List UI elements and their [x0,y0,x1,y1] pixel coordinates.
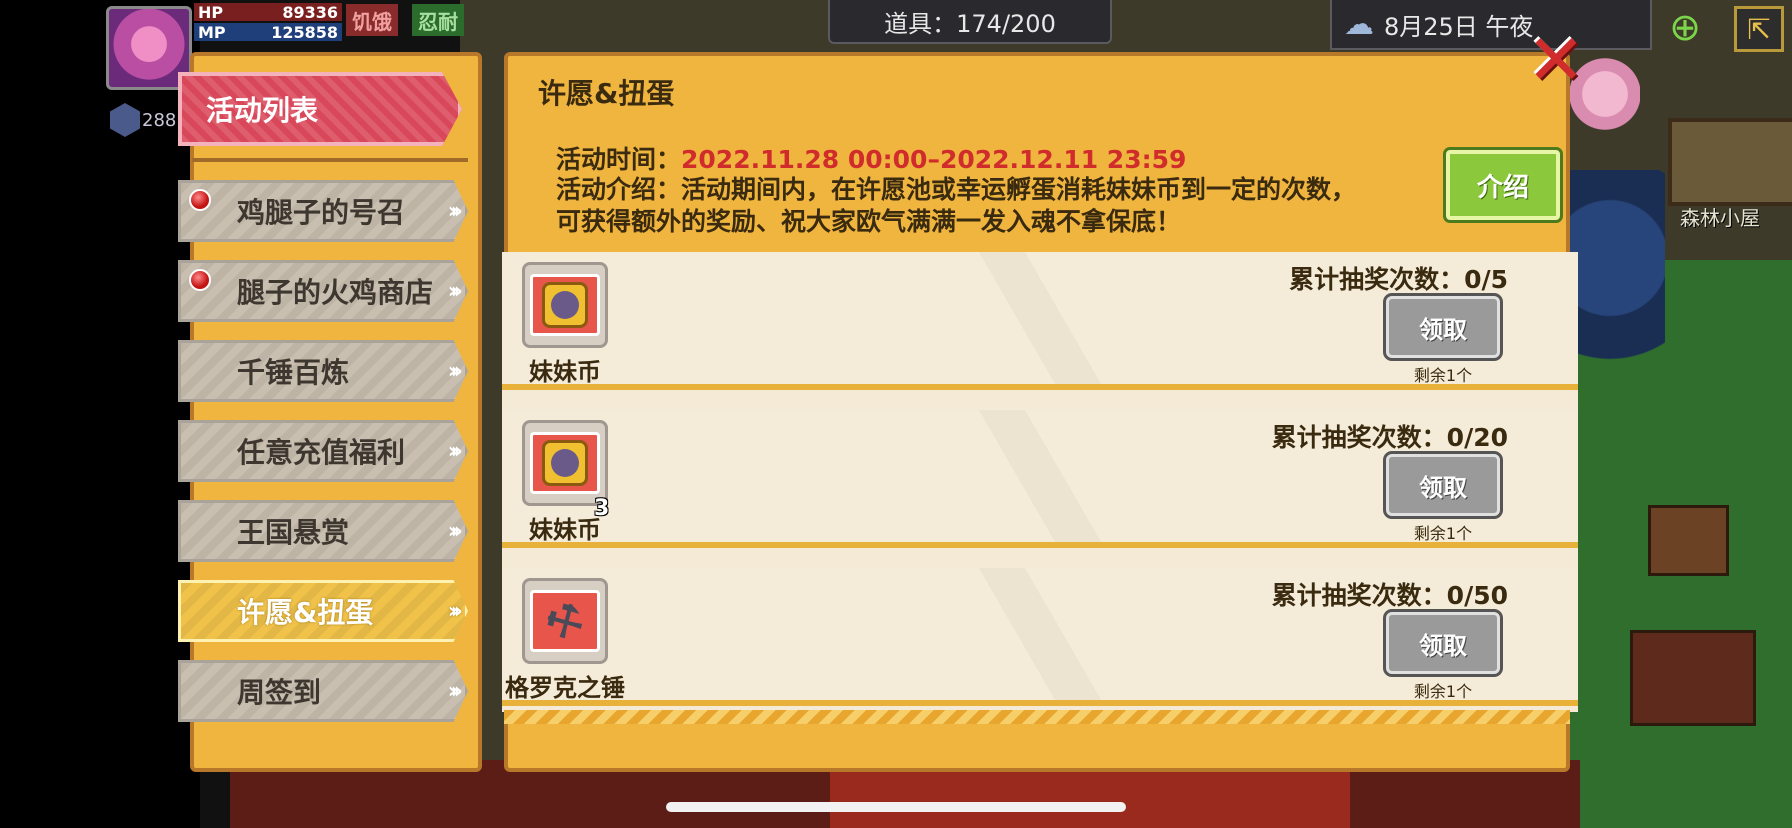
mp-value: 125858 [271,22,338,42]
forest-cabin[interactable] [1668,118,1792,206]
network-globe-icon[interactable]: ⊕ [1660,4,1710,50]
mp-label: MP [198,22,226,42]
reward-item-slot[interactable]: ⚒ [522,578,608,664]
chevron-right-icon: ››› [447,678,463,704]
item-frame [530,274,600,336]
remaining-count: 剩余1个 [1413,682,1473,701]
claim-button[interactable]: 领取 [1383,451,1503,519]
time-value: 2022.11.28 00:00–2022.12.11 23:59 [681,145,1187,174]
reward-row: 3 妹妹币 累计抽奖次数：0/20 领取 剩余1个 [502,410,1578,548]
storage-crate[interactable] [1648,505,1729,576]
forest-cabin-label: 森林小屋 [1680,206,1760,230]
tab-label: 腿子的火鸡商店 [237,276,434,309]
remaining-count: 剩余1个 [1413,366,1473,385]
reward-item-slot[interactable] [522,420,608,506]
divider [192,158,468,162]
hp-label: HP [198,2,224,22]
exit-map-button[interactable]: ⇱ [1734,6,1784,52]
item-name: 格罗克之锤 [505,674,625,702]
rain-cloud-icon: ☁ [1344,6,1374,42]
hammer-icon: ⚒ [536,590,594,652]
tab-drumstick-call[interactable]: 鸡腿子的号召 ››› [178,180,468,242]
endure-status: 忍耐 [412,4,464,36]
inventory-count[interactable]: 道具：174/200 [828,0,1112,44]
sister-coin-icon [542,282,588,328]
item-name: 妹妹币 [529,358,601,386]
chevron-right-icon: ››› [447,358,463,384]
notification-dot-icon [189,189,211,211]
chevron-right-icon: ››› [447,278,463,304]
weather-date: ☁ 8月25日 午夜 [1330,0,1652,50]
mp-bar: MP 125858 [194,22,342,42]
time-label: 活动时间： [556,145,682,174]
reward-row: ⚒ 格罗克之锤 累计抽奖次数：0/50 领取 剩余1个 [502,568,1578,706]
item-name: 妹妹币 [529,516,601,544]
chevron-right-icon: ››› [447,198,463,224]
reward-row: 妹妹币 累计抽奖次数：0/5 领取 剩余1个 [502,252,1578,390]
chevron-right-icon: ››› [447,438,463,464]
desc-line-1: 活动介绍：活动期间内，在许愿池或幸运孵蛋消耗妹妹币到一定的次数， [556,175,1357,204]
hp-value: 89336 [282,2,338,22]
reward-item-slot[interactable] [522,262,608,348]
tab-label: 王国悬赏 [237,516,350,549]
desc-line-2: 可获得额外的奖励、祝大家欧气满满一发入魂不拿保底！ [556,207,1182,236]
tab-recharge-bonus[interactable]: 任意充值福利 ››› [178,420,468,482]
tab-label: 周签到 [237,676,322,709]
level-badge: 288 [110,103,176,137]
notification-dot-icon [189,269,211,291]
tab-forging[interactable]: 千锤百炼 ››› [178,340,468,402]
tab-kingdom-bounty[interactable]: 王国悬赏 ››› [178,500,468,562]
tab-wish-gacha[interactable]: 许愿&扭蛋 ››› [178,580,468,642]
tab-label: 鸡腿子的号召 [237,196,406,229]
date-text: 8月25日 午夜 [1384,12,1534,41]
chevron-right-icon: ››› [447,518,463,544]
hp-bar: HP 89336 [194,2,342,22]
reward-list: 妹妹币 累计抽奖次数：0/5 领取 剩余1个 3 妹妹币 累计抽奖次数：0/20… [502,252,1578,712]
tab-label: 千锤百炼 [237,356,350,389]
coin-face [551,449,579,477]
tab-weekly-checkin[interactable]: 周签到 ››› [178,660,468,722]
remaining-count: 剩余1个 [1413,524,1473,543]
item-frame: ⚒ [530,590,600,652]
coin-face [551,291,579,319]
activity-description: 活动介绍：活动期间内，在许愿池或幸运孵蛋消耗妹妹币到一定的次数， 可获得额外的奖… [556,174,1436,238]
chevron-right-icon: ››› [447,598,463,624]
item-frame [530,432,600,494]
close-icon[interactable]: ✕ [1526,25,1586,95]
panel-bottom-trim [504,710,1570,724]
activity-list-title: 活动列表 [178,72,462,146]
page-title: 许愿&扭蛋 [538,77,675,110]
tab-label: 许愿&扭蛋 [237,596,374,629]
activity-time: 活动时间：2022.11.28 00:00–2022.12.11 23:59 [556,140,1186,176]
draw-progress: 累计抽奖次数：0/50 [1271,581,1508,610]
tab-turkey-shop[interactable]: 腿子的火鸡商店 ››› [178,260,468,322]
treasure-chest[interactable] [1630,630,1756,726]
stat-bars: HP 89336 MP 125858 [194,3,342,43]
home-indicator[interactable] [666,802,1126,812]
claim-button[interactable]: 领取 [1383,609,1503,677]
sister-coin-icon [542,440,588,486]
hunger-status: 饥饿 [346,4,398,36]
level-value: 288 [142,109,177,131]
claim-button[interactable]: 领取 [1383,293,1503,361]
shield-icon [110,103,140,137]
draw-progress: 累计抽奖次数：0/5 [1289,265,1508,294]
intro-button[interactable]: 介绍 [1443,147,1563,223]
draw-progress: 累计抽奖次数：0/20 [1271,423,1508,452]
tab-label: 任意充值福利 [237,436,406,469]
